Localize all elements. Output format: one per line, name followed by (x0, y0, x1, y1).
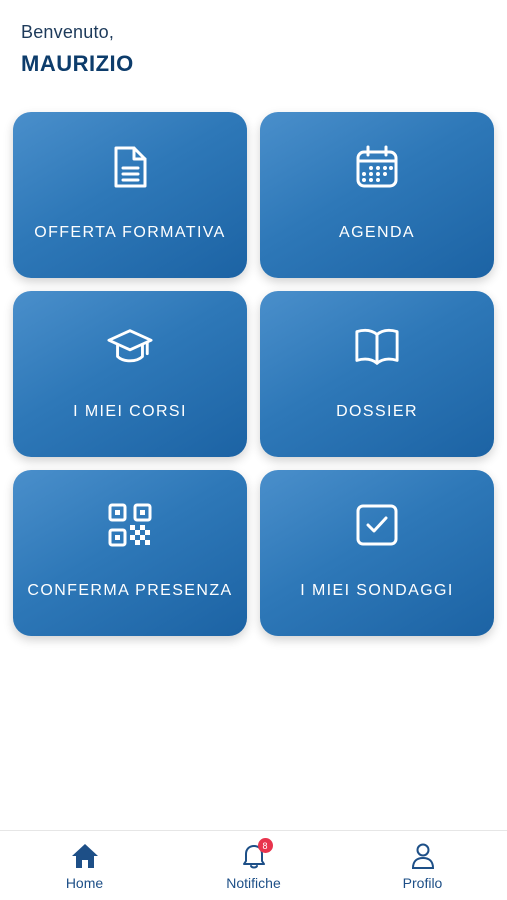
tile-i-miei-corsi[interactable]: I MIEI CORSI (13, 291, 247, 457)
greeting-block: Benvenuto, MAURIZIO (21, 22, 134, 77)
tab-home[interactable]: Home (0, 831, 169, 900)
tile-label: OFFERTA FORMATIVA (34, 224, 226, 241)
tab-notifiche[interactable]: 8 Notifiche (169, 831, 338, 900)
tab-profilo-label: Profilo (402, 875, 443, 891)
calendar-icon (354, 144, 400, 190)
tile-offerta-formativa[interactable]: OFFERTA FORMATIVA (13, 112, 247, 278)
tile-label: AGENDA (339, 224, 415, 241)
notification-badge: 8 (257, 838, 273, 853)
tile-label: CONFERMA PRESENZA (27, 582, 233, 599)
menu-grid: OFFERTA FORMATIVA AGENDA I MIEI CORSI DO… (13, 112, 495, 636)
tile-i-miei-sondaggi[interactable]: I MIEI SONDAGGI (260, 470, 494, 636)
user-name: MAURIZIO (21, 51, 134, 76)
tab-home-label: Home (65, 875, 104, 891)
bell-icon: 8 (239, 838, 273, 871)
tab-profilo[interactable]: Profilo (338, 831, 507, 900)
tile-label: DOSSIER (336, 403, 418, 420)
tile-dossier[interactable]: DOSSIER (260, 291, 494, 457)
greeting-text: Benvenuto, (21, 22, 115, 42)
tile-conferma-presenza[interactable]: CONFERMA PRESENZA (13, 470, 247, 636)
user-icon (408, 841, 438, 871)
graduation-cap-icon (107, 323, 153, 369)
home-icon (70, 841, 100, 871)
open-book-icon (354, 323, 400, 369)
qr-code-icon (107, 502, 153, 548)
bottom-tab-bar: Home 8 Notifiche Profilo (0, 830, 507, 900)
tab-notifiche-label: Notifiche (226, 875, 281, 891)
tile-agenda[interactable]: AGENDA (260, 112, 494, 278)
tile-label: I MIEI SONDAGGI (300, 582, 454, 599)
document-icon (107, 144, 153, 190)
checkbox-icon (354, 502, 400, 548)
tile-label: I MIEI CORSI (73, 403, 187, 420)
